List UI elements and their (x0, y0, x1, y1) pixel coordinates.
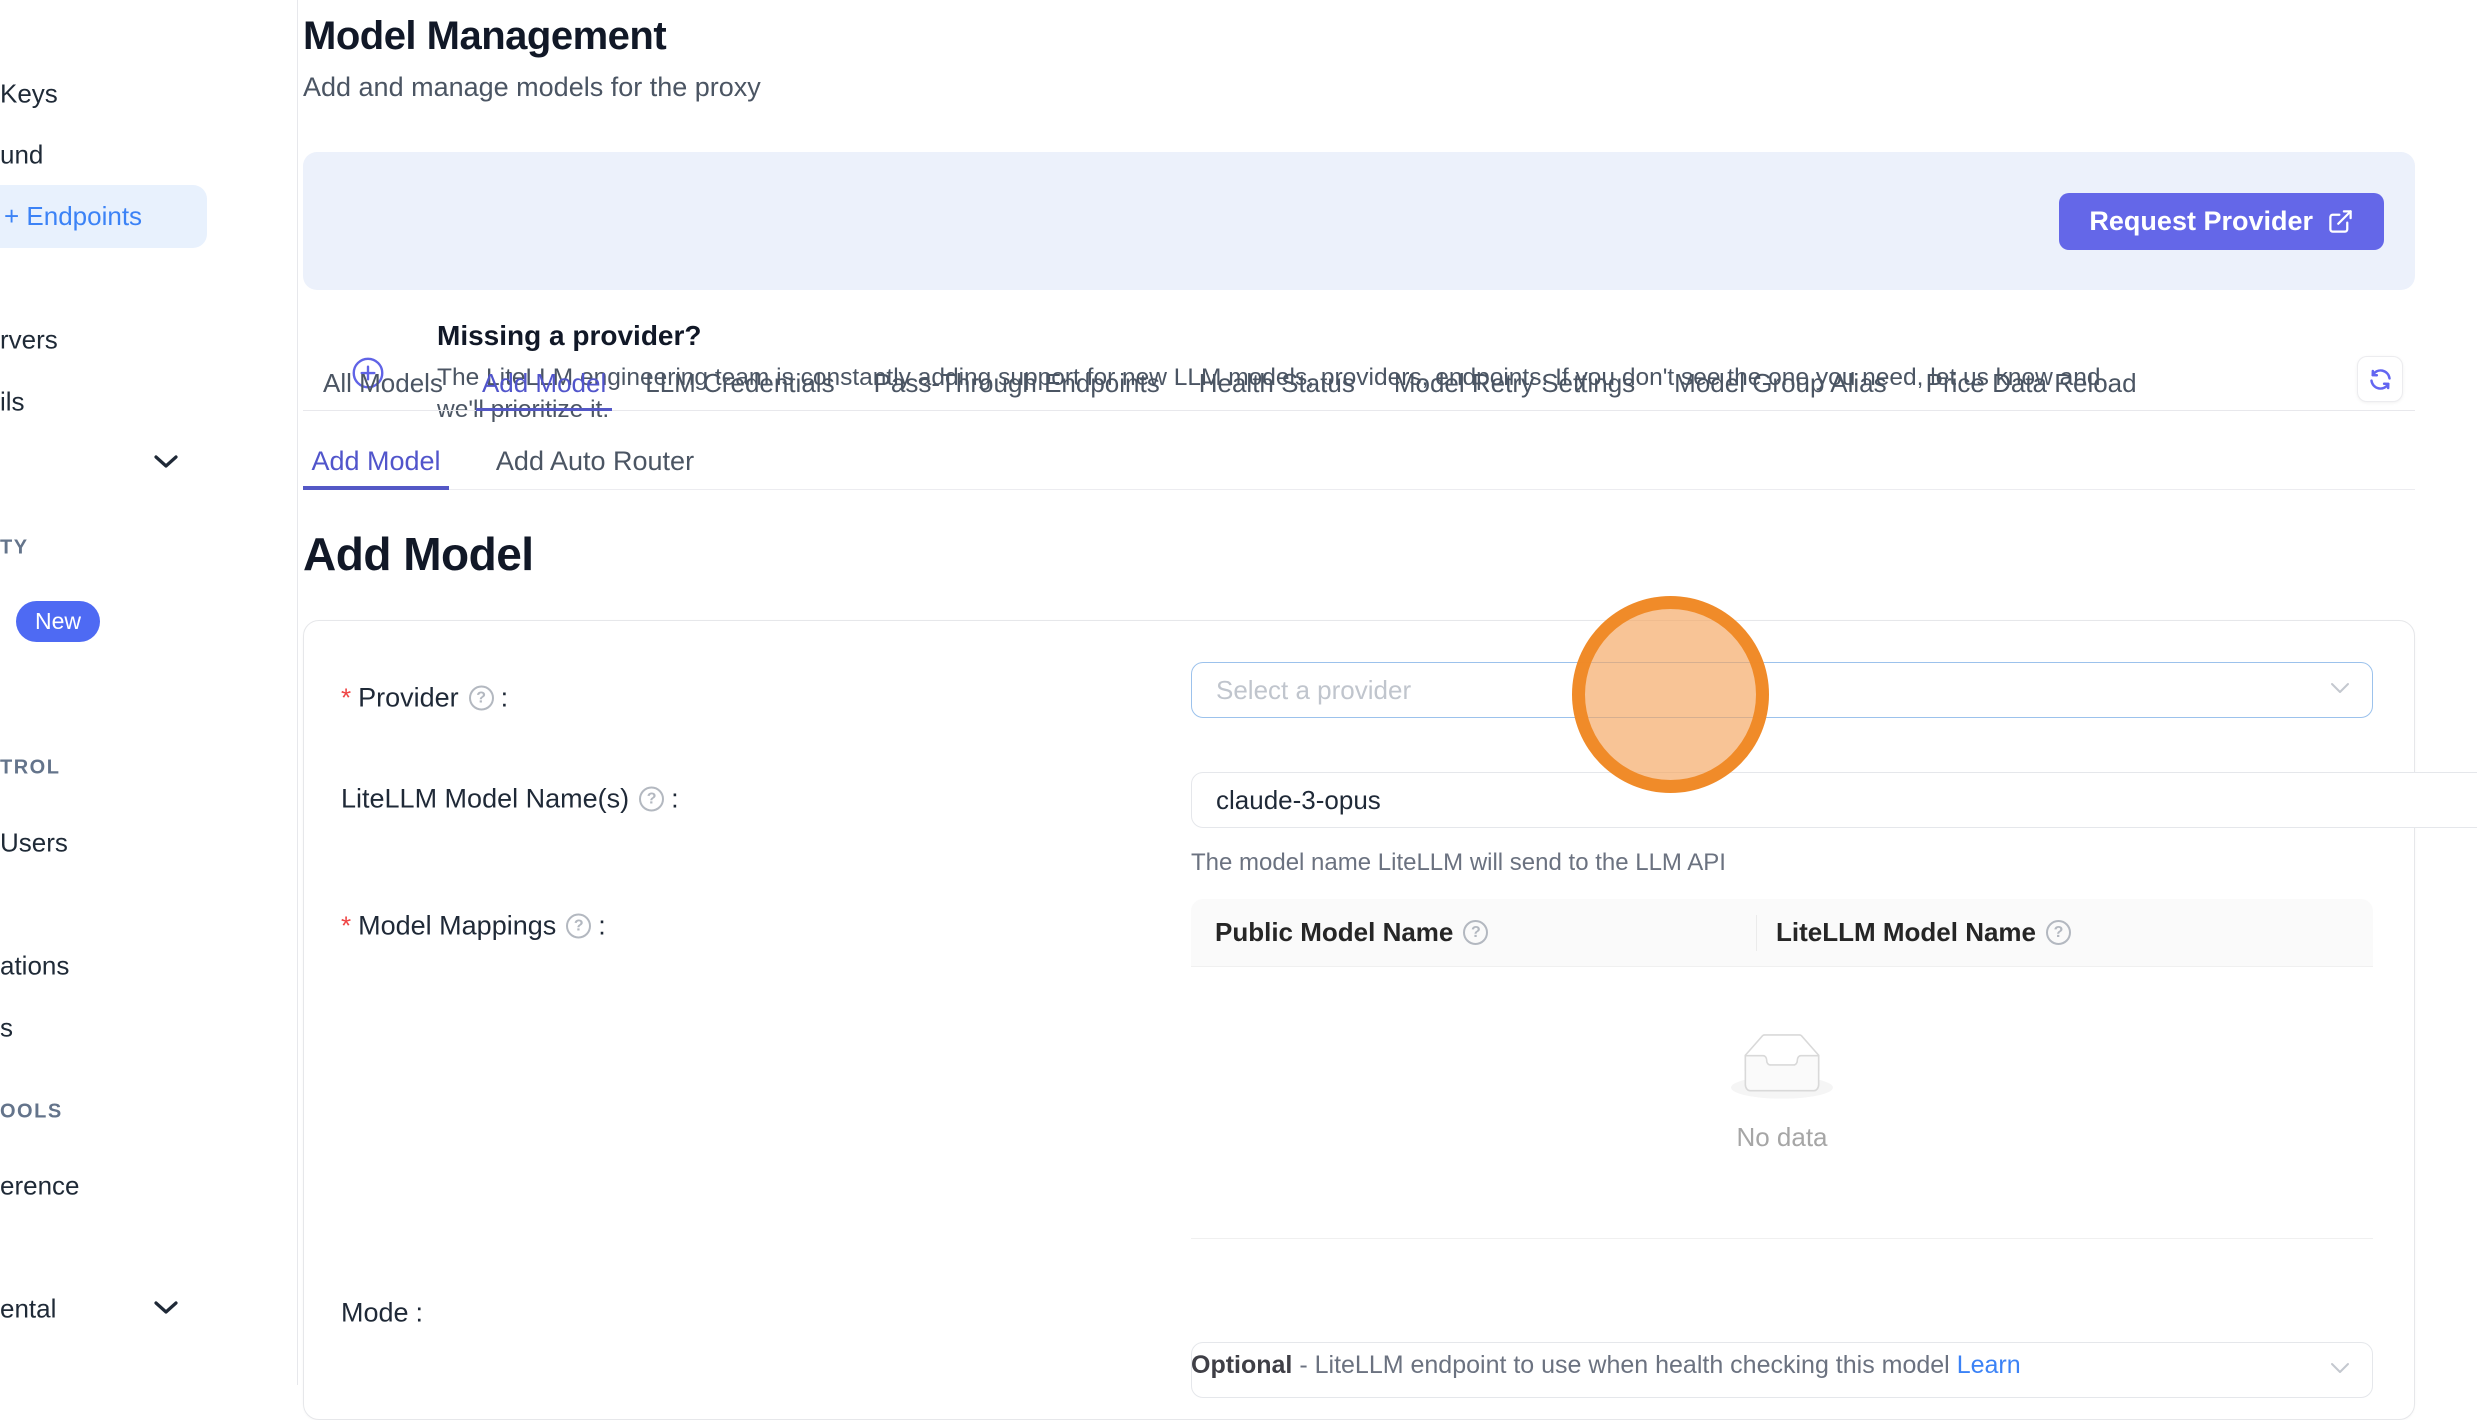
column-label: Public Model Name (1215, 917, 1453, 948)
header-divider (1756, 915, 1757, 951)
mode-helper-text: Optional - LiteLLM endpoint to use when … (1191, 1351, 2021, 1380)
inbox-icon (1731, 1033, 1833, 1104)
mappings-table-header: Public Model Name ? LiteLLM Model Name ? (1191, 899, 2373, 967)
request-provider-label: Request Provider (2089, 206, 2313, 237)
add-model-heading: Add Model (303, 527, 534, 581)
mode-helper-bold: Optional (1191, 1351, 1292, 1379)
mappings-table-body: No data (1191, 967, 2373, 1239)
empty-state: No data (1191, 1033, 2373, 1153)
sidebar-section-tools: OOLS (0, 1101, 63, 1124)
model-names-label-text: LiteLLM Model Name(s) (341, 784, 629, 815)
tab-pass-through-endpoints[interactable]: Pass-Through Endpoints (868, 362, 1166, 411)
column-label: LiteLLM Model Name (1776, 917, 2036, 948)
main-content: Model Management Add and manage models f… (298, 0, 2477, 1385)
sidebar-item-users[interactable]: Users (0, 828, 68, 859)
label-colon: : (501, 683, 509, 714)
mode-helper-rest: - LiteLLM endpoint to use when health ch… (1292, 1351, 1956, 1379)
tab-all-models[interactable]: All Models (317, 362, 449, 411)
tab-model-retry-settings[interactable]: Model Retry Settings (1388, 362, 1641, 411)
sidebar-section-observability: TY (0, 537, 29, 560)
column-header-litellm-model-name: LiteLLM Model Name ? (1756, 917, 2071, 948)
model-tabs: All Models Add Model LLM Credentials Pas… (303, 362, 2415, 411)
label-colon: : (598, 911, 606, 942)
tab-health-status[interactable]: Health Status (1193, 362, 1361, 411)
model-name-input[interactable] (1191, 772, 2477, 828)
tab-model-group-alias[interactable]: Model Group Alias (1668, 362, 1892, 411)
new-badge-label: New (35, 608, 81, 635)
help-icon[interactable]: ? (1463, 920, 1488, 945)
refresh-icon (2367, 366, 2394, 393)
page-title: Model Management (303, 14, 666, 59)
column-header-public-model-name: Public Model Name ? (1191, 917, 1756, 948)
sidebar-item-organizations[interactable]: ations (0, 951, 69, 982)
sidebar-item-models-endpoints[interactable]: + Endpoints (0, 185, 207, 248)
chevron-down-icon[interactable] (153, 454, 179, 474)
learn-more-link[interactable]: Learn (1957, 1351, 2021, 1379)
new-badge: New (16, 601, 100, 642)
tab-price-data-reload[interactable]: Price Data Reload (1920, 362, 2143, 411)
subtab-add-model[interactable]: Add Model (303, 440, 449, 490)
help-icon[interactable]: ? (566, 914, 591, 939)
banner-title: Missing a provider? (437, 320, 702, 352)
sidebar-item-guardrails[interactable]: ils (0, 387, 25, 418)
chevron-down-icon (2330, 1361, 2350, 1379)
label-colon: : (671, 784, 679, 815)
tab-add-model[interactable]: Add Model (476, 362, 612, 411)
no-data-text: No data (1736, 1122, 1827, 1153)
help-icon[interactable]: ? (469, 686, 494, 711)
chevron-down-icon[interactable] (153, 1300, 179, 1320)
refresh-button[interactable] (2357, 356, 2403, 402)
request-provider-button[interactable]: Request Provider (2059, 193, 2384, 250)
add-model-form-card: * Provider ? : Select a provider LiteLLM… (303, 620, 2415, 1420)
sidebar-item-reference[interactable]: erence (0, 1171, 80, 1202)
sidebar-item-playground[interactable]: und (0, 140, 43, 171)
required-marker: * (341, 683, 351, 714)
provider-select[interactable]: Select a provider (1191, 662, 2373, 718)
sidebar-item-label: + Endpoints (4, 201, 142, 232)
model-name-helper-text: The model name LiteLLM will send to the … (1191, 849, 2373, 877)
required-marker: * (341, 911, 351, 942)
add-model-subtabs: Add Model Add Auto Router (303, 440, 2415, 490)
missing-provider-banner: Missing a provider? The LiteLLM engineer… (303, 152, 2415, 290)
sidebar-item-teams[interactable]: s (0, 1013, 13, 1044)
model-mappings-label-text: Model Mappings (358, 911, 556, 942)
mode-label: Mode : (341, 1298, 423, 1329)
page-subtitle: Add and manage models for the proxy (303, 72, 761, 103)
model-mappings-label: * Model Mappings ? : (341, 911, 606, 942)
sidebar-item-keys[interactable]: Keys (0, 79, 58, 110)
sidebar: Keys und + Endpoints rvers ils TY New TR… (0, 0, 298, 1385)
mode-label-text: Mode (341, 1298, 409, 1329)
sidebar-item-experimental[interactable]: ental (0, 1294, 56, 1325)
provider-label: * Provider ? : (341, 683, 508, 714)
help-icon[interactable]: ? (639, 787, 664, 812)
sidebar-item-servers[interactable]: rvers (0, 325, 58, 356)
provider-placeholder: Select a provider (1216, 675, 1411, 706)
tab-llm-credentials[interactable]: LLM Credentials (639, 362, 840, 411)
provider-label-text: Provider (358, 683, 459, 714)
subtab-add-auto-router[interactable]: Add Auto Router (495, 440, 695, 490)
model-mappings-table: Public Model Name ? LiteLLM Model Name ? (1191, 899, 2373, 1239)
label-colon: : (416, 1298, 424, 1329)
sidebar-section-access-control: TROL (0, 757, 60, 780)
model-names-label: LiteLLM Model Name(s) ? : (341, 784, 679, 815)
external-link-icon (2327, 208, 2354, 235)
chevron-down-icon (2330, 681, 2350, 699)
help-icon[interactable]: ? (2046, 920, 2071, 945)
